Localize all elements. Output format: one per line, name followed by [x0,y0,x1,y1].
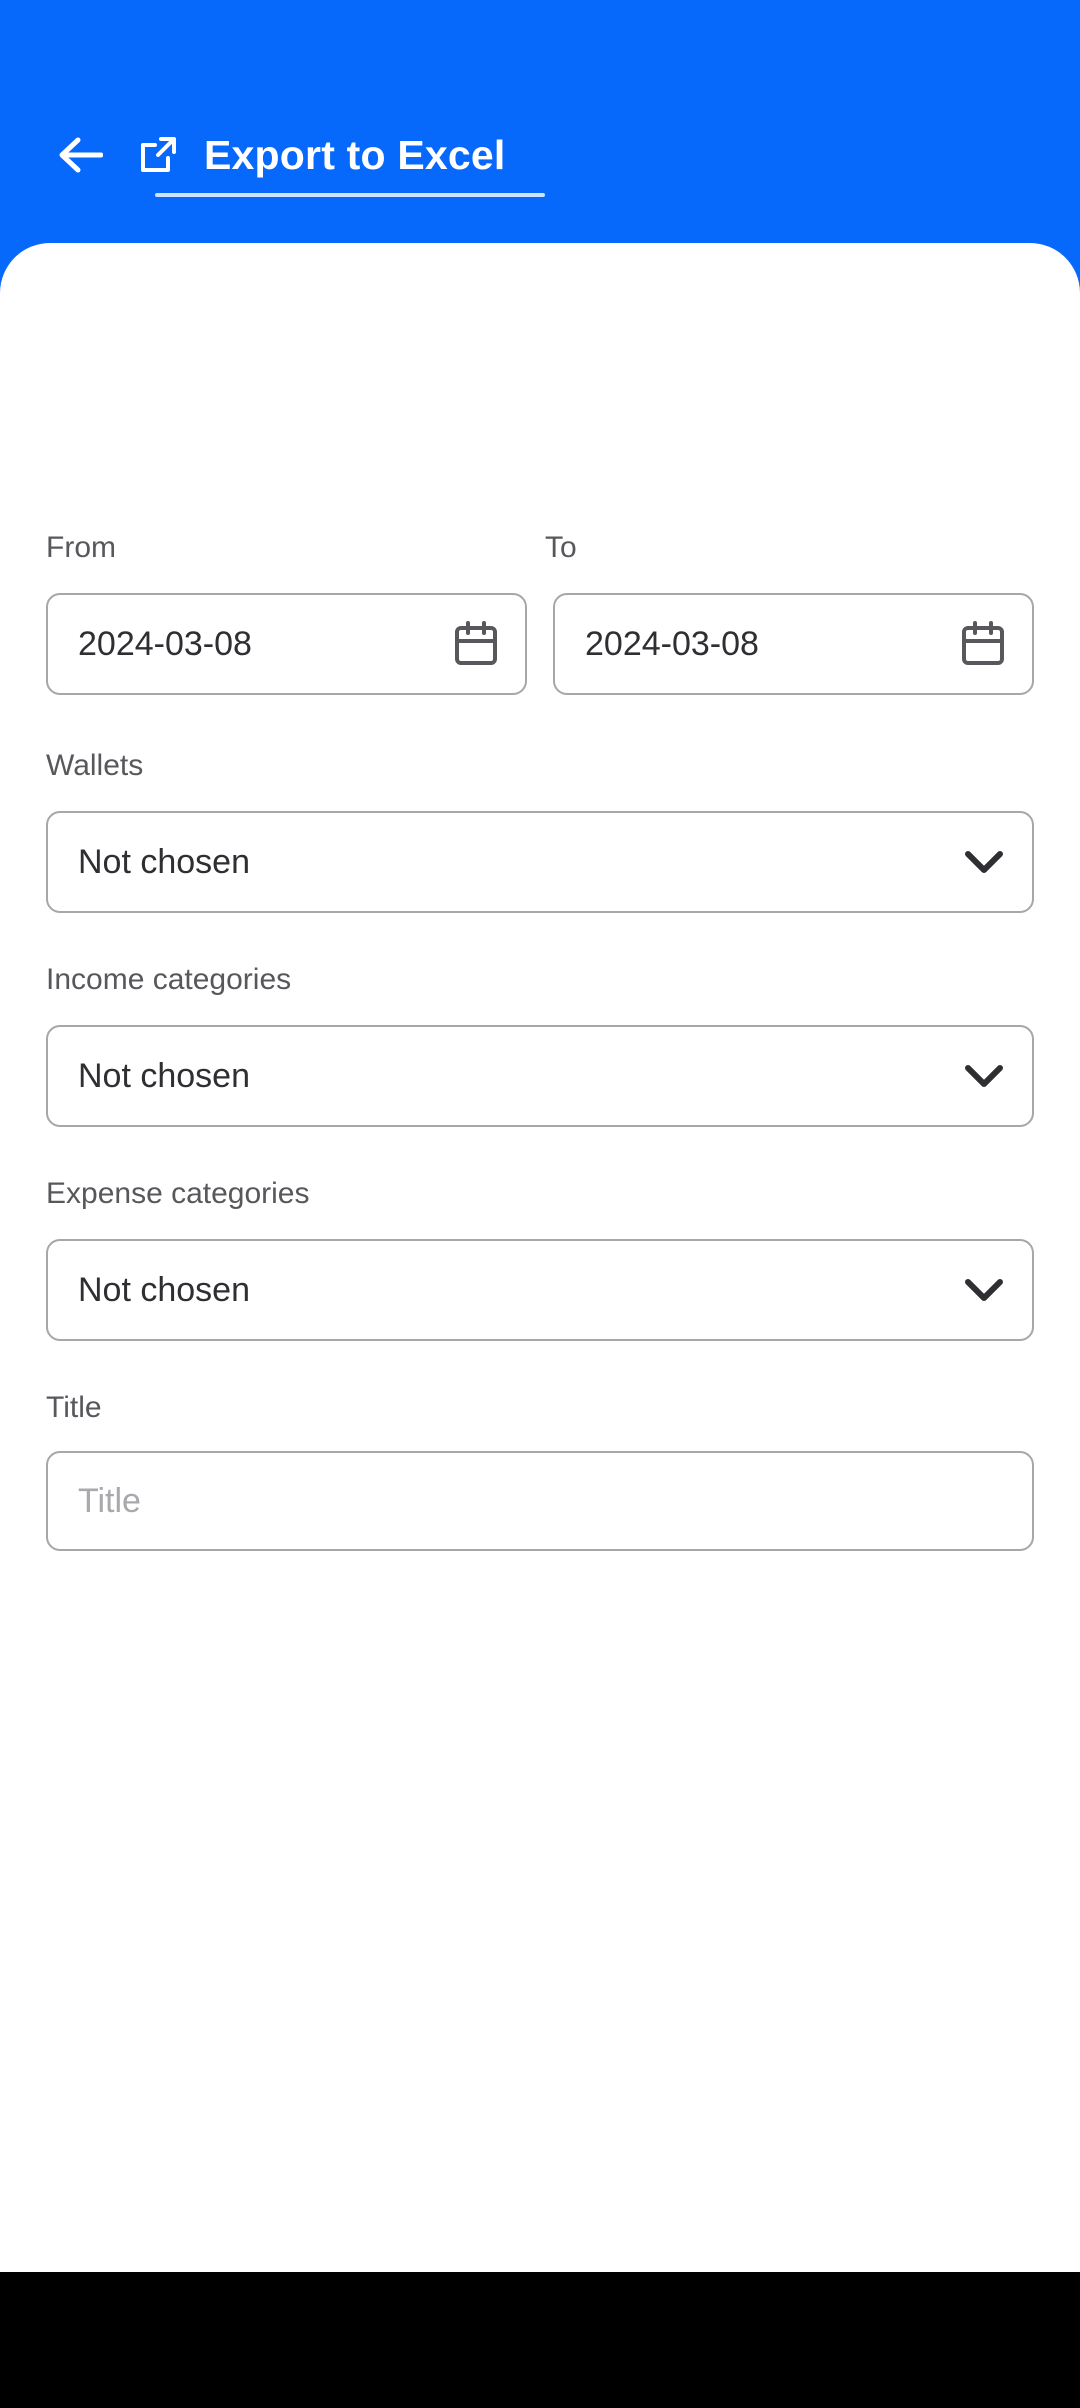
calendar-icon[interactable] [960,620,1006,668]
calendar-icon[interactable] [453,620,499,668]
chevron-down-icon[interactable] [964,1063,1004,1089]
title-underline [155,193,545,197]
from-date-value: 2024-03-08 [78,624,252,663]
title-input-wrapper[interactable]: Title [46,1451,1034,1551]
wallets-label: Wallets [46,749,144,782]
form-sheet: From To 2024-03-08 2024-03-08 Wallets No… [0,243,1080,2408]
chevron-down-icon[interactable] [964,1277,1004,1303]
to-date-label: To [545,531,577,564]
income-categories-select[interactable]: Not chosen [46,1025,1034,1127]
expense-categories-selected-value: Not chosen [78,1270,250,1309]
app-header-row: Export to Excel [0,122,505,188]
chevron-down-icon[interactable] [964,849,1004,875]
from-date-label: From [46,531,116,564]
income-categories-label: Income categories [46,963,292,996]
title-label: Title [46,1391,102,1424]
external-link-icon [134,131,182,179]
page-title: Export to Excel [204,131,506,178]
to-date-field[interactable]: 2024-03-08 [553,593,1034,695]
back-button[interactable] [34,122,126,188]
to-date-value: 2024-03-08 [585,624,759,663]
expense-categories-label: Expense categories [46,1177,310,1210]
from-date-field[interactable]: 2024-03-08 [46,593,527,695]
app-header-title-group: Export to Excel [134,131,505,179]
wallets-selected-value: Not chosen [78,842,250,881]
wallets-select[interactable]: Not chosen [46,811,1034,913]
income-categories-selected-value: Not chosen [78,1056,250,1095]
expense-categories-select[interactable]: Not chosen [46,1239,1034,1341]
app-screen: Export to Excel From To 2024-03-08 2024-… [0,0,1080,2408]
title-input-placeholder: Title [78,1481,141,1520]
system-navigation-bar [0,2272,1080,2408]
arrow-left-icon [57,135,103,175]
